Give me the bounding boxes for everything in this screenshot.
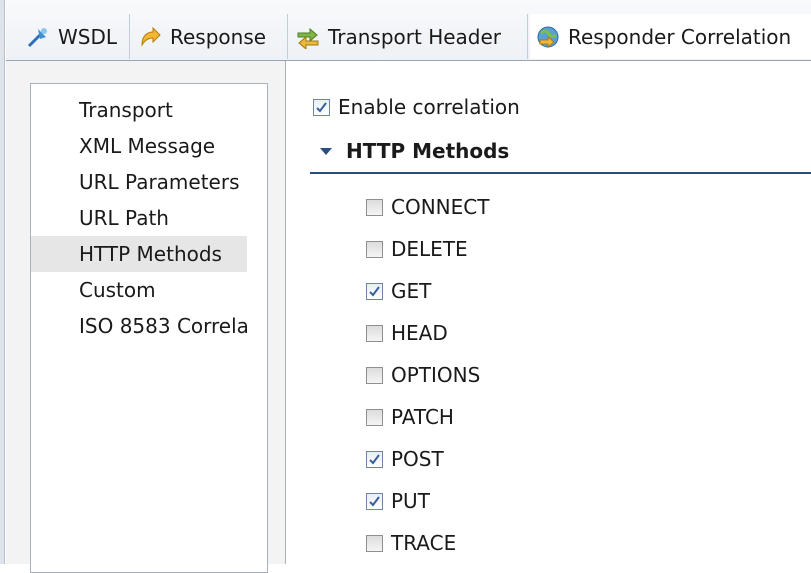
checkmark-icon xyxy=(316,101,327,113)
editor-tabs: WSDL Response Transport Header Responder… xyxy=(6,0,811,61)
section-divider xyxy=(310,172,811,174)
tab-transport-header[interactable]: Transport Header xyxy=(290,14,528,59)
tab-wsdl[interactable]: WSDL xyxy=(20,14,130,59)
correlation-nav-list: Transport XML Message URL Parameters URL… xyxy=(30,83,268,573)
nav-item-iso-8583-correlation[interactable]: ISO 8583 Correla xyxy=(31,308,247,344)
response-icon xyxy=(141,26,161,47)
nav-item-transport[interactable]: Transport xyxy=(31,92,247,128)
method-delete-row[interactable]: DELETE xyxy=(366,237,468,261)
method-label: POST xyxy=(391,447,444,471)
method-label: TRACE xyxy=(391,531,457,555)
method-put-row[interactable]: PUT xyxy=(366,489,430,513)
method-delete-checkbox[interactable] xyxy=(366,240,383,258)
checkmark-icon xyxy=(369,495,380,507)
checkmark-icon xyxy=(369,453,380,465)
method-connect-checkbox[interactable] xyxy=(366,198,383,216)
method-patch-row[interactable]: PATCH xyxy=(366,405,454,429)
method-get-checkbox[interactable] xyxy=(366,282,383,300)
collapse-triangle-icon[interactable] xyxy=(320,147,332,155)
nav-item-http-methods[interactable]: HTTP Methods xyxy=(31,236,247,272)
window-edge xyxy=(0,0,5,564)
method-label: CONNECT xyxy=(391,195,490,219)
enable-correlation-checkbox[interactable] xyxy=(313,98,330,116)
checkmark-icon xyxy=(369,285,380,297)
wsdl-icon xyxy=(27,27,47,47)
nav-item-custom[interactable]: Custom xyxy=(31,272,247,308)
method-label: DELETE xyxy=(391,237,468,261)
method-get-row[interactable]: GET xyxy=(366,279,431,303)
tab-response[interactable]: Response xyxy=(132,14,288,59)
method-head-checkbox[interactable] xyxy=(366,324,383,342)
http-methods-section-header[interactable]: HTTP Methods xyxy=(320,139,509,163)
method-label: HEAD xyxy=(391,321,448,345)
method-label: PATCH xyxy=(391,405,454,429)
tab-label: Response xyxy=(170,24,267,49)
method-trace-checkbox[interactable] xyxy=(366,534,383,552)
method-label: PUT xyxy=(391,489,430,513)
method-label: OPTIONS xyxy=(391,363,481,387)
section-title: HTTP Methods xyxy=(346,139,510,163)
transport-header-icon xyxy=(297,27,319,49)
method-label: GET xyxy=(391,279,432,303)
method-patch-checkbox[interactable] xyxy=(366,408,383,426)
enable-correlation-row[interactable]: Enable correlation xyxy=(313,95,520,119)
method-put-checkbox[interactable] xyxy=(366,492,383,510)
method-options-row[interactable]: OPTIONS xyxy=(366,363,480,387)
nav-item-xml-message[interactable]: XML Message xyxy=(31,128,247,164)
tab-responder-correlation[interactable]: Responder Correlation xyxy=(530,14,811,59)
tab-label: WSDL xyxy=(58,24,118,49)
editor-content: Transport XML Message URL Parameters URL… xyxy=(6,61,811,573)
nav-item-url-parameters[interactable]: URL Parameters xyxy=(31,164,247,200)
method-post-checkbox[interactable] xyxy=(366,450,383,468)
enable-correlation-label: Enable correlation xyxy=(338,95,520,119)
nav-item-url-path[interactable]: URL Path xyxy=(31,200,247,236)
method-trace-row[interactable]: TRACE xyxy=(366,531,456,555)
method-connect-row[interactable]: CONNECT xyxy=(366,195,489,219)
tab-label: Transport Header xyxy=(328,24,502,49)
method-head-row[interactable]: HEAD xyxy=(366,321,448,345)
method-post-row[interactable]: POST xyxy=(366,447,444,471)
tab-label: Responder Correlation xyxy=(568,24,792,49)
http-methods-panel: Enable correlation HTTP Methods CONNECT … xyxy=(286,61,811,564)
responder-correlation-icon xyxy=(537,26,559,48)
method-options-checkbox[interactable] xyxy=(366,366,383,384)
